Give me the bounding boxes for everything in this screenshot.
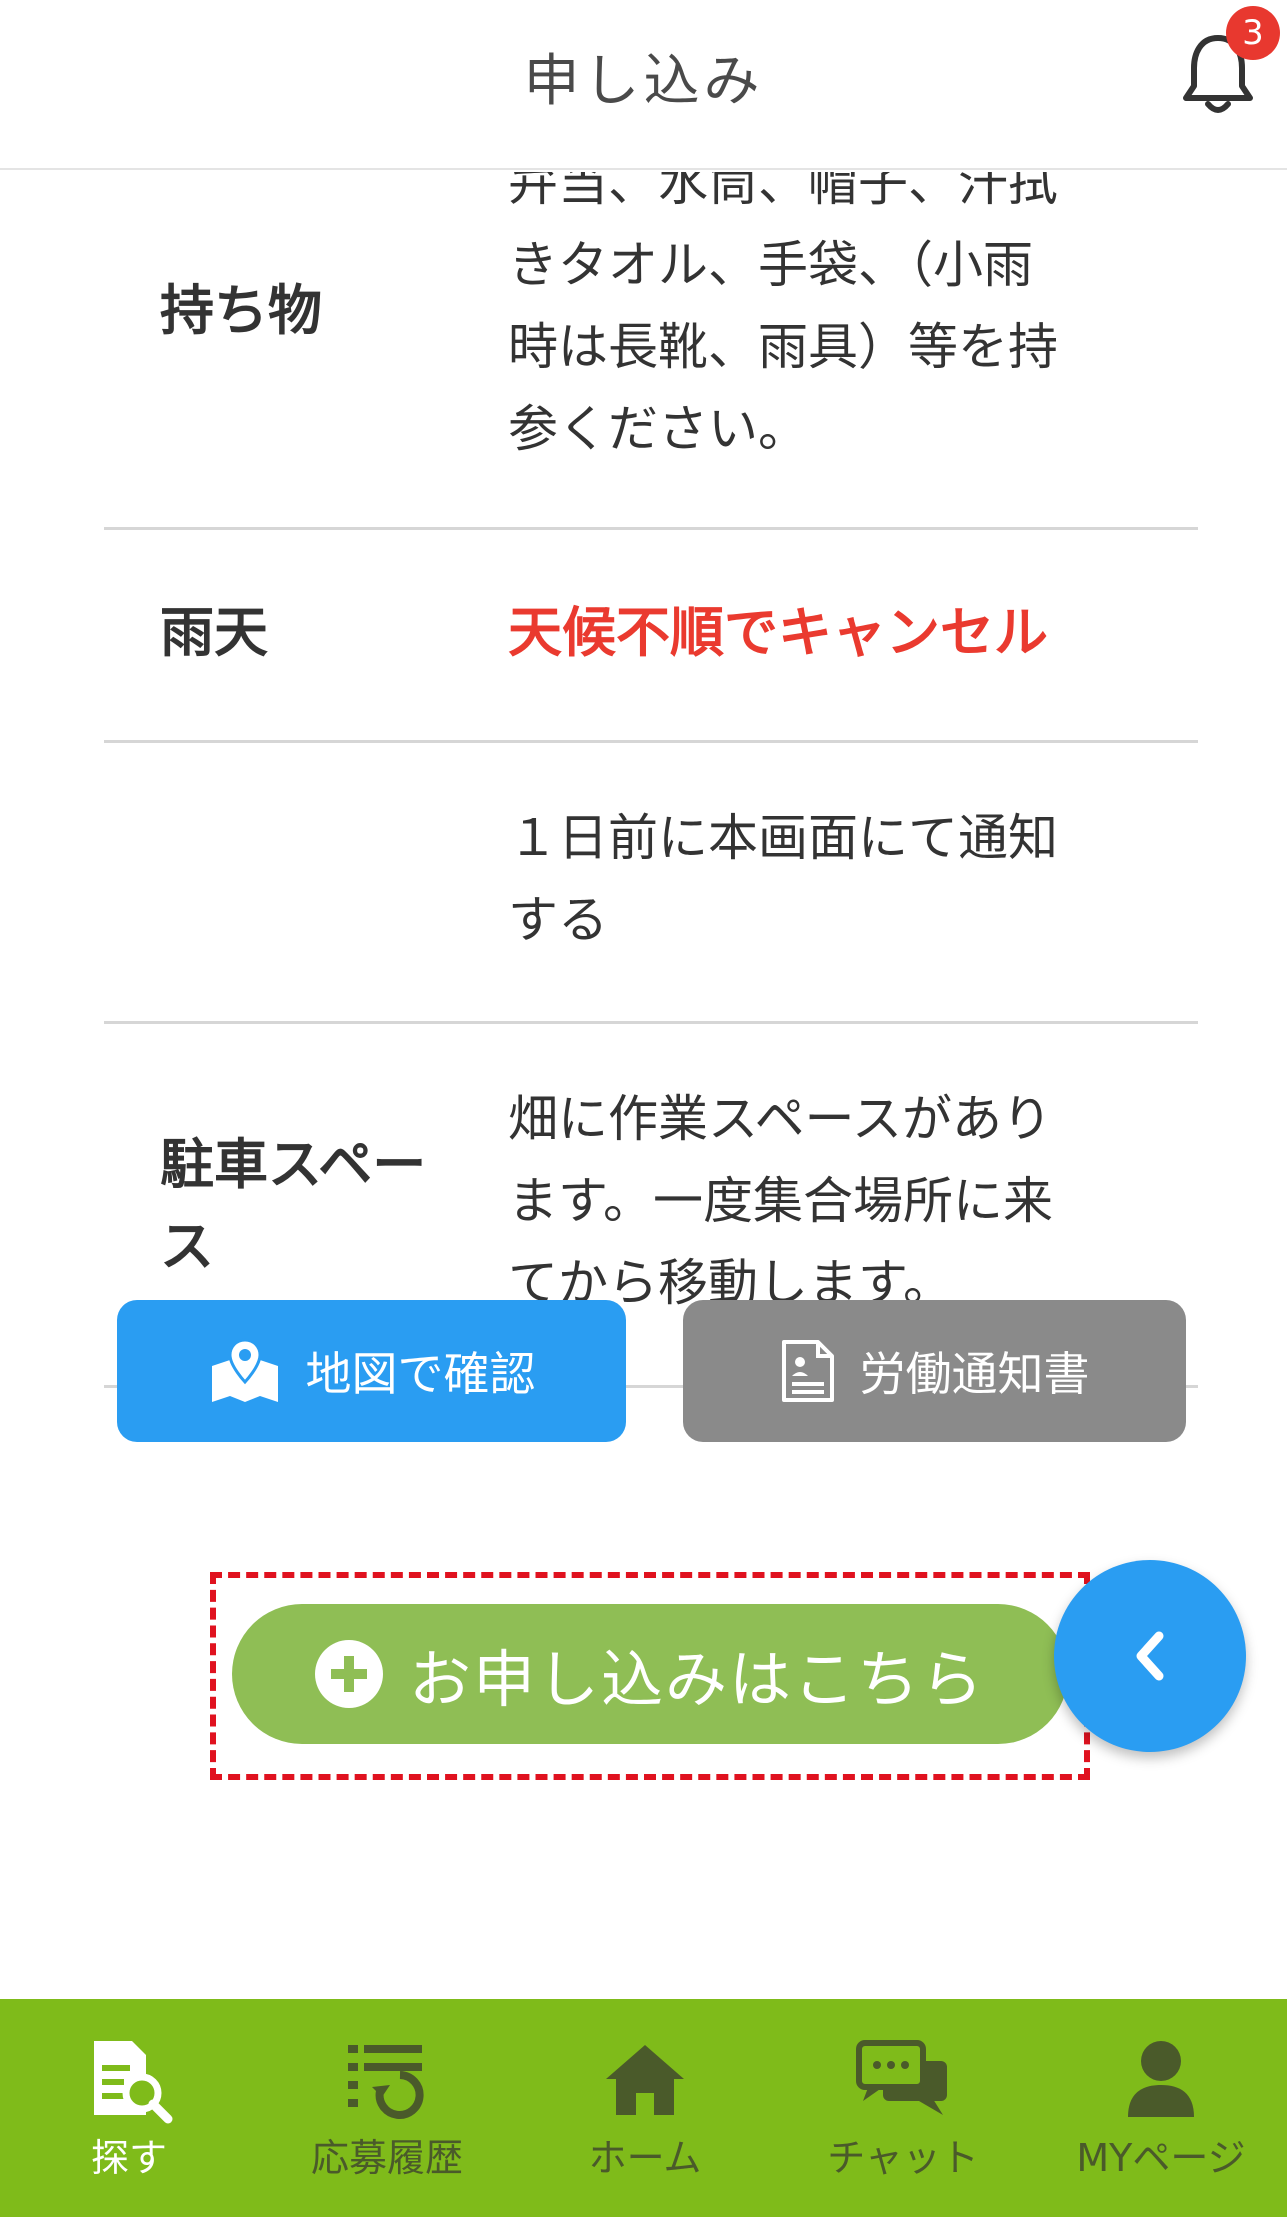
tab-search[interactable]: 探す xyxy=(0,1999,258,2217)
apply-button-label: お申し込みはこちら xyxy=(408,1643,985,1716)
value-line: 弁当、水筒、帽子、汗拭 xyxy=(508,172,1058,212)
row-value-notice: １日前に本画面にて通知 する xyxy=(508,797,1158,961)
map-pin-icon xyxy=(211,1338,278,1402)
notification-badge: 3 xyxy=(1226,6,1280,60)
tab-label: 応募履歴 xyxy=(310,2136,463,2180)
row-value-rain: 天候不順でキャンセル xyxy=(508,601,1048,664)
page-title: 申し込み xyxy=(523,49,764,114)
row-label-items: 持ち物 xyxy=(160,279,322,342)
tab-chat[interactable]: チャット xyxy=(774,1999,1032,2217)
detail-row-rain: 雨天 天候不順でキャンセル xyxy=(104,530,1198,743)
value-line: 参ください。 xyxy=(508,400,808,458)
detail-row-notice: １日前に本画面にて通知 する xyxy=(104,743,1198,1024)
tab-mypage[interactable]: MYページ xyxy=(1032,1999,1287,2217)
value-line: する xyxy=(508,891,608,949)
label-line: ス xyxy=(160,1215,214,1278)
chat-icon xyxy=(856,2040,947,2115)
search-document-icon xyxy=(94,2041,173,2124)
tab-label: MYページ xyxy=(1076,2136,1246,2180)
detail-row-items: 持ち物 弁当、水筒、帽子、汗拭 きタオル、手袋、（小雨 時は長靴、雨具）等を持 … xyxy=(104,172,1198,530)
value-line: ます。一度集合場所に来 xyxy=(508,1172,1053,1230)
value-line: きタオル、手袋、（小雨 xyxy=(508,236,1033,294)
apply-button[interactable]: お申し込みはこちら xyxy=(232,1604,1068,1744)
labor-notice-label: 労働通知書 xyxy=(859,1347,1090,1401)
value-line: 時は長靴、雨具）等を持 xyxy=(508,318,1058,376)
home-icon xyxy=(606,2045,684,2115)
document-icon xyxy=(781,1340,834,1402)
app-header: 申し込み 3 xyxy=(0,0,1287,170)
label-line: 駐車スペー xyxy=(160,1133,427,1196)
bottom-tab-bar: 探す 応募履歴 ホーム チャット MYページ xyxy=(0,1999,1287,2217)
value-line: 畑に作業スペースがあり xyxy=(508,1090,1052,1148)
labor-notice-button[interactable]: 労働通知書 xyxy=(683,1300,1186,1442)
back-fab-button[interactable] xyxy=(1054,1560,1246,1752)
row-value-items: 弁当、水筒、帽子、汗拭 きタオル、手袋、（小雨 時は長靴、雨具）等を持 参くださ… xyxy=(508,172,1158,470)
row-label-parking: 駐車スペー ス xyxy=(160,1124,426,1288)
tab-history[interactable]: 応募履歴 xyxy=(258,1999,516,2217)
chevron-left-icon xyxy=(1136,1631,1164,1681)
tab-label: チャット xyxy=(827,2136,979,2180)
row-value-parking: 畑に作業スペースがあり ます。一度集合場所に来 てから移動します。 xyxy=(508,1078,1158,1324)
map-button-label: 地図で確認 xyxy=(305,1347,536,1401)
row-label-rain: 雨天 xyxy=(160,601,268,664)
history-list-icon xyxy=(348,2045,424,2119)
tab-home[interactable]: ホーム xyxy=(516,1999,774,2217)
value-line: １日前に本画面にて通知 xyxy=(508,809,1058,867)
tab-label: ホーム xyxy=(588,2136,702,2180)
tab-label: 探す xyxy=(90,2136,167,2180)
plus-circle-icon xyxy=(314,1640,383,1708)
map-button[interactable]: 地図で確認 xyxy=(117,1300,626,1442)
user-icon xyxy=(1128,2041,1194,2117)
